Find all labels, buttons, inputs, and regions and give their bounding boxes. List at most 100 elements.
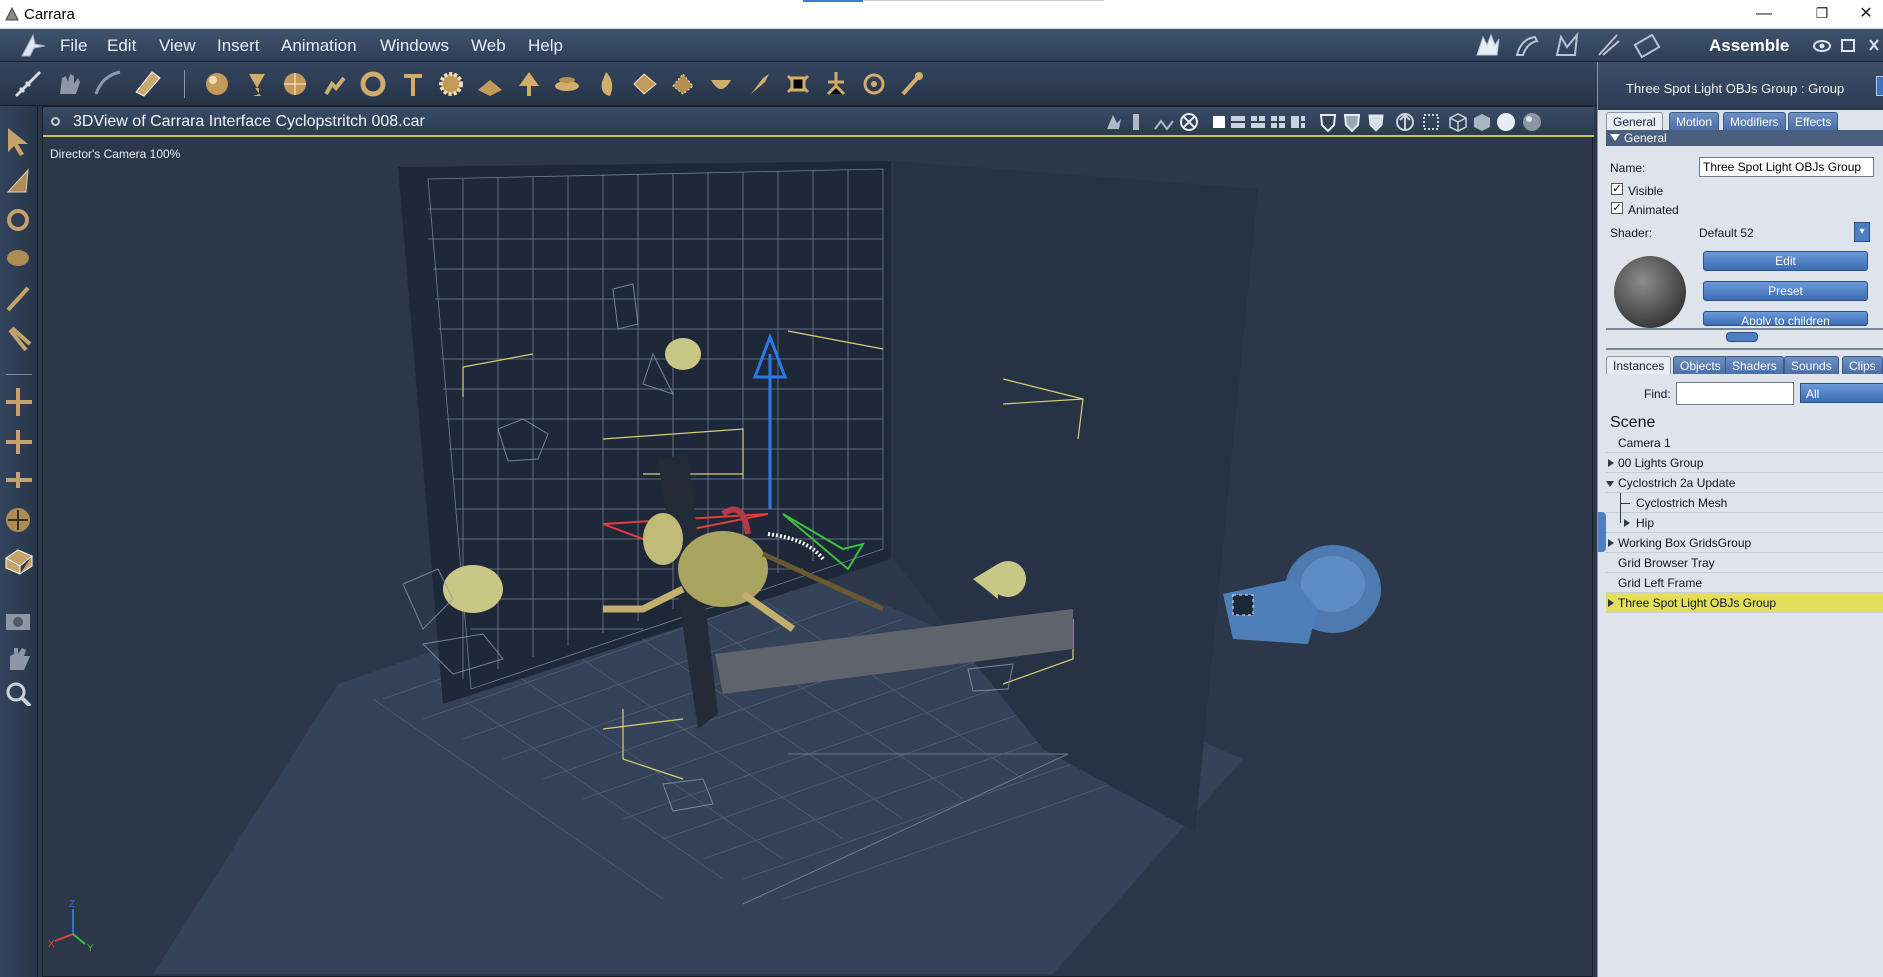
animated-checkbox[interactable]: ✓	[1611, 202, 1623, 214]
tab-objects[interactable]: Objects	[1673, 356, 1728, 374]
insert-tree-icon[interactable]	[519, 72, 539, 96]
insert-skeleton-icon[interactable]	[826, 72, 846, 96]
menu-view[interactable]: View	[159, 36, 196, 56]
arrow-select-icon[interactable]	[8, 128, 28, 156]
tab-shaders[interactable]: Shaders	[1725, 356, 1784, 374]
shield-full-icon[interactable]	[1368, 114, 1384, 132]
move-ground-icon[interactable]	[6, 472, 32, 488]
tree-grid-left-frame[interactable]: Grid Left Frame	[1606, 573, 1883, 593]
section-general-header[interactable]: General	[1606, 130, 1883, 146]
tree-lights-group[interactable]: 00 Lights Group	[1606, 453, 1883, 473]
shield-wire-icon[interactable]	[1319, 114, 1337, 133]
hand-pan-icon[interactable]	[10, 648, 30, 670]
textured-sphere-icon[interactable]	[1523, 113, 1541, 131]
expand-working-box-icon[interactable]	[1608, 539, 1614, 547]
insert-bowl-icon[interactable]	[711, 80, 731, 89]
insert-sphere-icon[interactable]	[206, 73, 228, 95]
solid-cube-icon[interactable]	[1474, 114, 1490, 131]
pen-tool-icon[interactable]	[6, 286, 30, 312]
tab-modifiers[interactable]: Modifiers	[1723, 112, 1786, 130]
tree-hip[interactable]: Hip	[1606, 513, 1883, 533]
model-room-icon[interactable]	[1515, 35, 1539, 56]
camera-control-icon[interactable]	[1107, 115, 1121, 129]
visible-checkbox[interactable]: ✓	[1611, 183, 1623, 195]
menu-animation[interactable]: Animation	[281, 36, 357, 56]
menu-windows[interactable]: Windows	[380, 36, 449, 56]
wireframe-cube-icon[interactable]	[1449, 113, 1467, 132]
filter-select[interactable]: All	[1800, 383, 1883, 403]
tree-camera-1[interactable]: Camera 1	[1606, 433, 1883, 453]
collapse-cyclostrich-icon[interactable]	[1606, 481, 1614, 487]
shader-dropdown-icon[interactable]: ▾	[1854, 222, 1870, 242]
window-icon[interactable]	[1841, 39, 1855, 52]
storyboard-room-icon[interactable]	[1555, 31, 1579, 56]
3d-viewport[interactable]: 3DView of Carrara Interface Cyclopstritc…	[42, 106, 1594, 977]
shaded-sphere-icon[interactable]	[1497, 113, 1515, 131]
panel-expand-handle[interactable]	[1876, 76, 1883, 96]
3d-scene[interactable]: Z X Y	[43, 139, 1592, 976]
menu-file[interactable]: File	[60, 36, 87, 56]
move-tool-icon[interactable]	[94, 70, 121, 95]
eye-icon[interactable]	[1813, 40, 1831, 52]
selection-tool-icon[interactable]	[14, 70, 42, 98]
carrara-logo-icon[interactable]	[18, 32, 48, 59]
move-sphere-icon[interactable]	[6, 508, 30, 532]
insert-text-icon[interactable]	[404, 74, 422, 96]
tab-general[interactable]: General	[1606, 112, 1663, 130]
find-input[interactable]	[1676, 382, 1794, 405]
tree-grid-browser-tray[interactable]: Grid Browser Tray	[1606, 553, 1883, 573]
texture-room-icon[interactable]	[1598, 34, 1620, 56]
layout-two-icon[interactable]	[1231, 116, 1245, 128]
expand-three-spot-icon[interactable]	[1608, 599, 1614, 607]
panel-side-handle[interactable]	[1598, 512, 1606, 552]
zoom-icon[interactable]	[6, 682, 32, 708]
insert-target-icon[interactable]	[863, 73, 885, 95]
viewport-menu-icon[interactable]	[51, 117, 60, 126]
eyedropper-icon[interactable]	[8, 326, 32, 352]
grab-tool-icon[interactable]	[60, 74, 80, 94]
apply-to-children-button[interactable]: Apply to children	[1703, 311, 1868, 326]
tree-three-spot-light[interactable]: Three Spot Light OBJs Group	[1606, 593, 1883, 613]
menu-help[interactable]: Help	[528, 36, 563, 56]
tree-working-box[interactable]: Working Box GridsGroup	[1606, 533, 1883, 553]
edit-shader-button[interactable]: Edit	[1703, 251, 1868, 271]
preset-button[interactable]: Preset	[1703, 281, 1868, 301]
move-plane-icon[interactable]	[6, 430, 32, 454]
restore-button[interactable]: ❐	[1799, 0, 1845, 29]
menu-web[interactable]: Web	[471, 36, 506, 56]
render-room-icon[interactable]	[1633, 33, 1661, 59]
menu-edit[interactable]: Edit	[107, 36, 136, 56]
minimize-button[interactable]: —	[1741, 0, 1787, 29]
tree-cyclostrich-update[interactable]: Cyclostrich 2a Update	[1606, 473, 1883, 493]
splitter-handle[interactable]	[1726, 332, 1758, 342]
insert-cone-icon[interactable]	[249, 74, 265, 96]
insert-terrain-icon[interactable]	[478, 80, 502, 96]
insert-figure-icon[interactable]	[324, 76, 346, 96]
insert-gear-icon[interactable]	[439, 72, 463, 96]
expand-hip-icon[interactable]	[1624, 519, 1630, 527]
orbit-icon[interactable]	[1180, 113, 1198, 131]
tab-effects[interactable]: Effects	[1788, 112, 1839, 130]
shader-preview-sphere[interactable]	[1614, 256, 1686, 328]
move-xyz-icon[interactable]	[6, 388, 32, 416]
layout-three-icon[interactable]	[1251, 116, 1265, 128]
insert-globe-icon[interactable]	[284, 73, 306, 95]
camera-tool-icon[interactable]	[6, 614, 30, 630]
menu-insert[interactable]: Insert	[217, 36, 260, 56]
rotate-tool-icon[interactable]	[7, 209, 29, 231]
name-field[interactable]: Three Spot Light OBJs Group	[1699, 157, 1874, 177]
box-tool-icon[interactable]	[5, 549, 33, 575]
tab-instances[interactable]: Instances	[1606, 356, 1672, 374]
insert-fx-icon[interactable]	[633, 73, 657, 95]
insert-cloud-icon[interactable]	[555, 77, 579, 91]
dotted-box-icon[interactable]	[1423, 114, 1439, 130]
track-icon[interactable]	[1154, 119, 1174, 131]
insert-bug-icon[interactable]	[786, 74, 810, 94]
layout-side-icon[interactable]	[1291, 116, 1305, 128]
tab-clips[interactable]: Clips	[1842, 356, 1883, 374]
tab-motion[interactable]: Motion	[1669, 112, 1720, 130]
render-tool-icon[interactable]	[135, 71, 161, 97]
insert-bone-icon[interactable]	[901, 72, 923, 96]
arrow-up-icon[interactable]	[1396, 113, 1414, 131]
close-button[interactable]: ✕	[1849, 0, 1883, 29]
